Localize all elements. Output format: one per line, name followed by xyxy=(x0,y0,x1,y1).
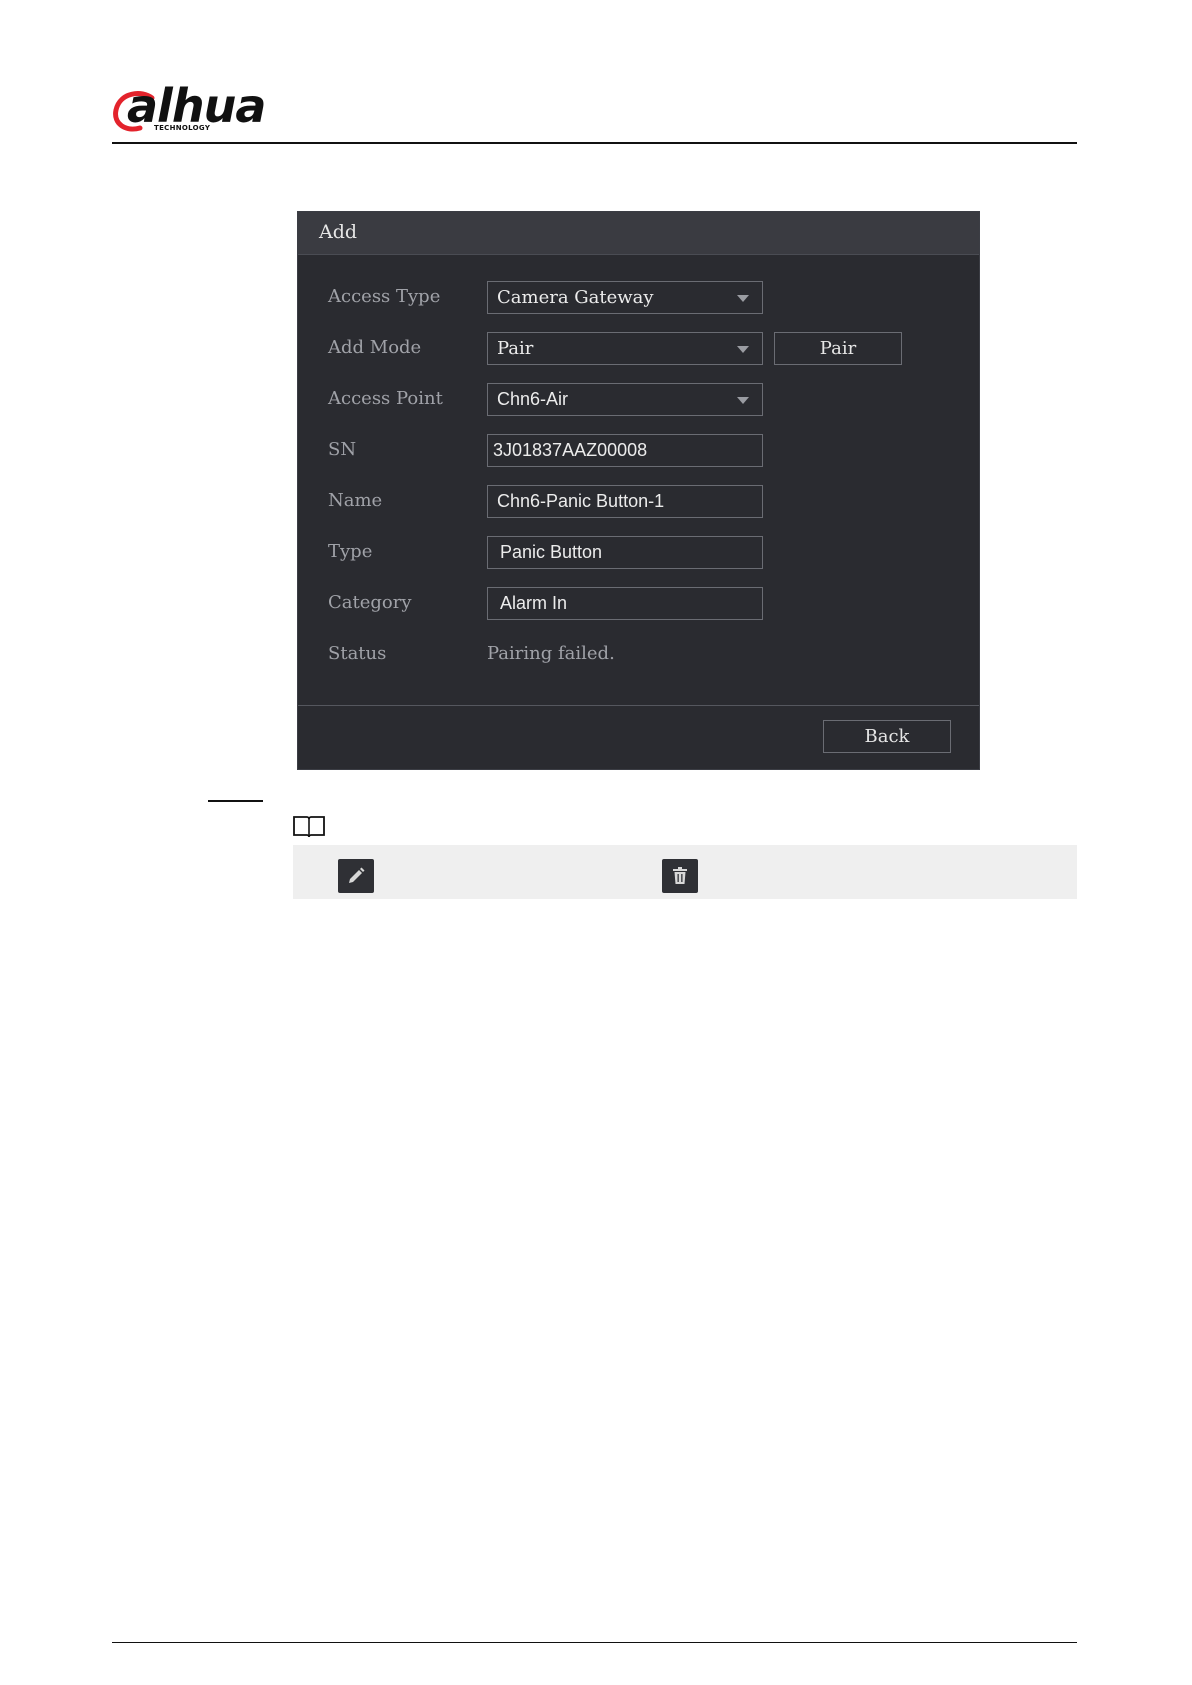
type-value: Panic Button xyxy=(500,542,603,562)
type-input[interactable]: Panic Button xyxy=(487,536,763,569)
sn-input[interactable]: 3J01837AAZ00008 xyxy=(487,434,763,467)
category-value: Alarm In xyxy=(500,593,568,613)
chevron-down-icon xyxy=(737,397,749,404)
type-label: Type xyxy=(328,541,373,562)
status-value: Pairing failed. xyxy=(487,643,615,664)
dialog-title-bar: Add xyxy=(298,212,979,255)
status-label: Status xyxy=(328,643,387,664)
delete-tile xyxy=(662,859,698,893)
access-type-select[interactable]: Camera Gateway xyxy=(487,281,763,314)
sn-label: SN xyxy=(328,439,357,460)
dialog-title: Add xyxy=(319,221,358,243)
category-label: Category xyxy=(328,592,412,613)
edit-tile xyxy=(338,859,374,893)
add-dialog: Add Access Type Camera Gateway Add Mode … xyxy=(297,211,980,770)
add-mode-select[interactable]: Pair xyxy=(487,332,763,365)
pair-button[interactable]: Pair xyxy=(774,332,902,365)
logo-subtitle: TECHNOLOGY xyxy=(154,124,211,132)
header-rule xyxy=(112,142,1077,144)
step-marker-line xyxy=(208,800,263,802)
footer-rule xyxy=(112,1642,1077,1643)
pencil-icon xyxy=(349,867,365,883)
access-point-label: Access Point xyxy=(328,388,443,409)
sn-value: 3J01837AAZ00008 xyxy=(493,440,648,460)
name-label: Name xyxy=(328,490,383,511)
chevron-down-icon xyxy=(737,346,749,353)
book-icon xyxy=(293,816,325,838)
dialog-footer-divider xyxy=(298,705,979,706)
access-type-label: Access Type xyxy=(328,286,441,307)
name-input[interactable]: Chn6-Panic Button-1 xyxy=(487,485,763,518)
add-mode-label: Add Mode xyxy=(328,337,422,358)
category-input[interactable]: Alarm In xyxy=(487,587,763,620)
dahua-logo: alhua TECHNOLOGY xyxy=(112,79,272,138)
back-button[interactable]: Back xyxy=(823,720,951,753)
access-point-select[interactable]: Chn6-Air xyxy=(487,383,763,416)
trash-icon xyxy=(673,867,687,884)
access-type-value: Camera Gateway xyxy=(497,287,654,308)
access-point-value: Chn6-Air xyxy=(497,389,569,409)
note-bar xyxy=(293,845,1077,899)
add-mode-value: Pair xyxy=(497,338,534,359)
name-value: Chn6-Panic Button-1 xyxy=(497,491,665,511)
chevron-down-icon xyxy=(737,295,749,302)
